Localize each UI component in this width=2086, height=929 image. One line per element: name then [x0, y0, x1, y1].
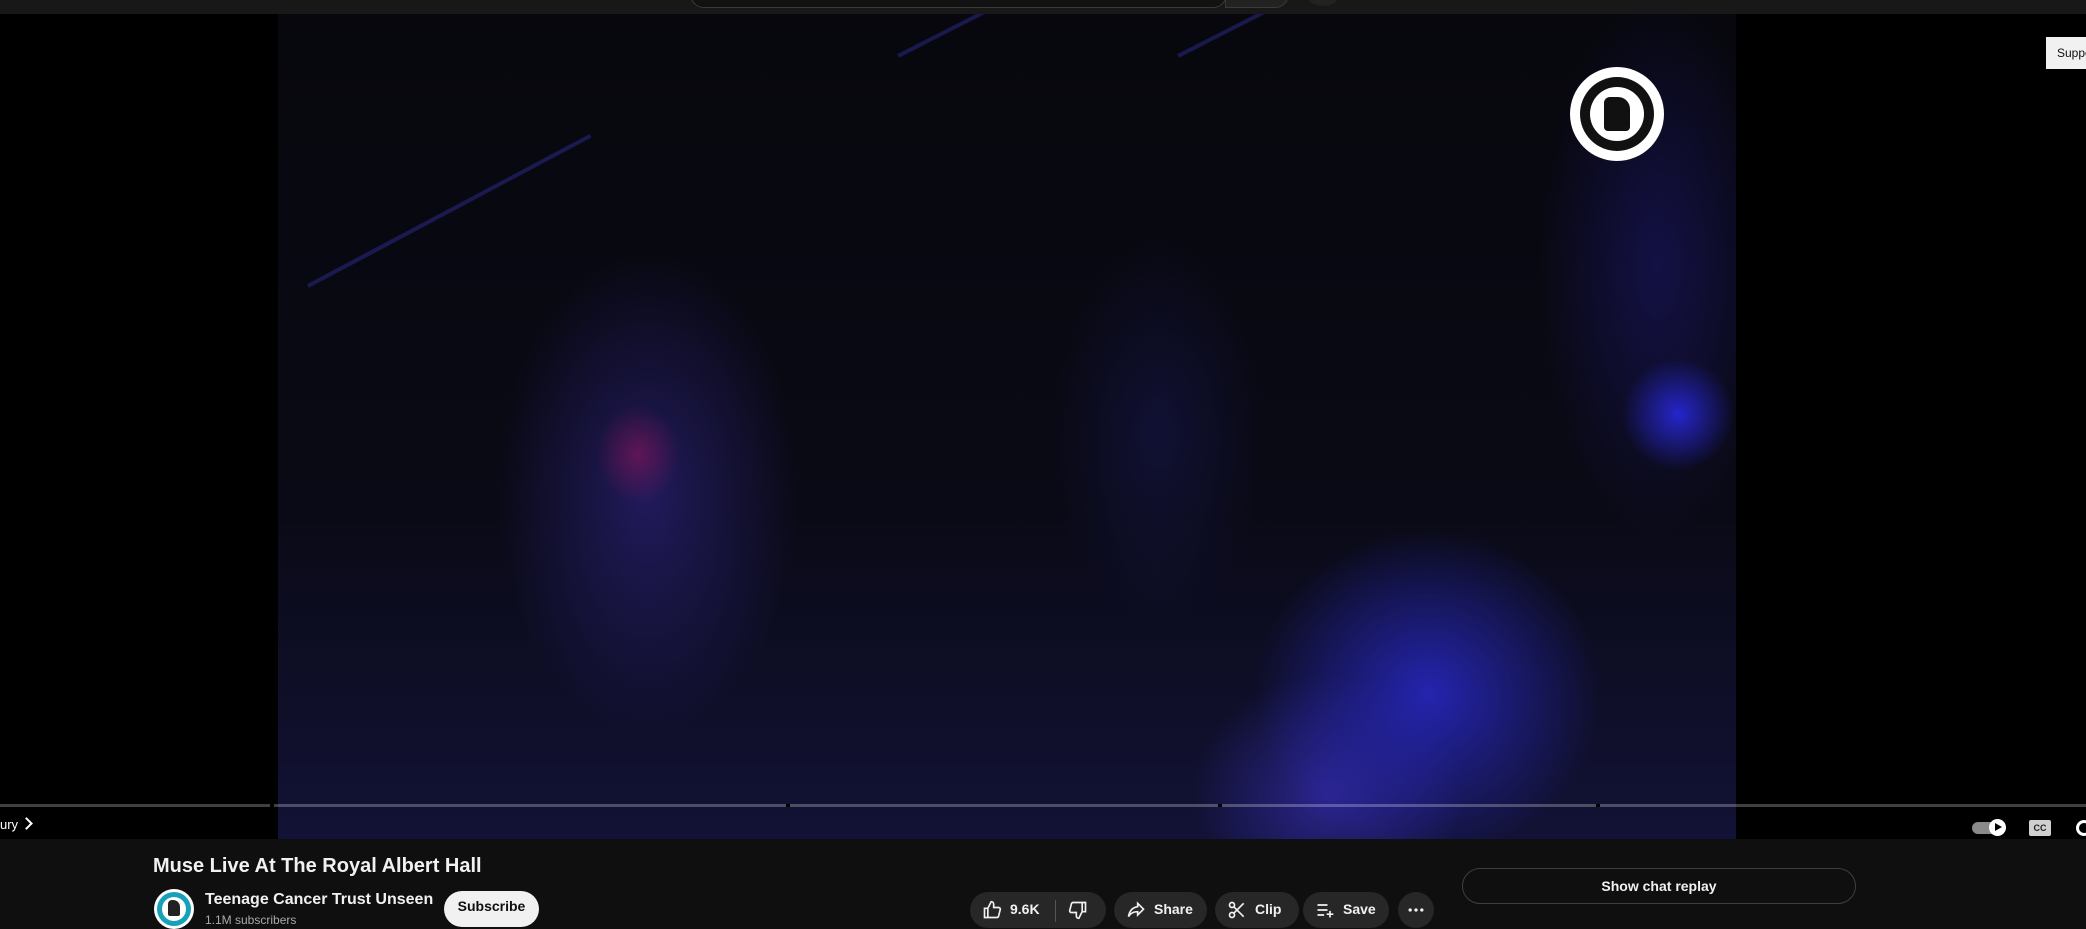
stage-light-beam	[897, 14, 1078, 58]
save-button[interactable]: Save	[1303, 892, 1389, 928]
gear-icon[interactable]	[2076, 820, 2086, 836]
support-tab[interactable]: Suppo	[2046, 37, 2086, 69]
chapter-marker	[786, 804, 790, 807]
channel-avatar[interactable]	[154, 889, 194, 929]
share-button[interactable]: Share	[1114, 892, 1207, 928]
clip-label: Clip	[1255, 901, 1282, 917]
video-title: Muse Live At The Royal Albert Hall	[153, 855, 482, 877]
progress-bar[interactable]	[0, 804, 2086, 807]
clip-button[interactable]: Clip	[1215, 892, 1299, 928]
share-label: Share	[1154, 901, 1193, 917]
video-player[interactable]: Suppo ury CC	[0, 14, 2086, 839]
subtitles-button[interactable]: CC	[2029, 820, 2051, 836]
microphone-button[interactable]	[1306, 0, 1340, 6]
more-actions-button[interactable]	[1398, 892, 1434, 928]
save-label: Save	[1343, 901, 1376, 917]
like-count[interactable]: 9.6K	[1010, 892, 1040, 926]
chapter-marker	[1218, 804, 1222, 807]
autoplay-toggle[interactable]	[1972, 819, 2006, 836]
chapter-marker	[270, 804, 274, 807]
channel-name[interactable]: Teenage Cancer Trust Unseen	[205, 891, 433, 909]
share-icon	[1127, 901, 1145, 918]
chapter-title[interactable]: ury	[0, 817, 18, 832]
masthead	[0, 0, 2086, 14]
playlist-add-icon	[1317, 904, 1334, 918]
search-button[interactable]	[1225, 0, 1289, 8]
like-dislike-group: 9.6K	[970, 892, 1106, 928]
scissors-icon	[1228, 901, 1245, 919]
chapter-marker	[1596, 804, 1600, 807]
show-chat-replay-button[interactable]: Show chat replay	[1462, 868, 1856, 904]
thumbs-up-icon[interactable]	[982, 900, 1002, 920]
play-icon	[1989, 819, 2006, 836]
video-frame[interactable]	[278, 14, 1736, 839]
stage-light-beam	[307, 134, 592, 288]
channel-watermark-logo	[1570, 67, 1664, 161]
more-horizontal-icon	[1408, 908, 1424, 912]
search-input[interactable]	[690, 0, 1227, 8]
like-divider	[1055, 900, 1056, 922]
subscribe-button[interactable]: Subscribe	[444, 891, 539, 927]
stage-light-beam	[1177, 14, 1340, 58]
thumbs-down-icon[interactable]	[1068, 900, 1088, 920]
player-controls: ury CC	[0, 808, 2086, 839]
subscriber-count: 1.1M subscribers	[205, 913, 297, 927]
chevron-right-icon[interactable]	[20, 817, 33, 830]
video-info: Muse Live At The Royal Albert Hall Teena…	[0, 839, 2086, 929]
